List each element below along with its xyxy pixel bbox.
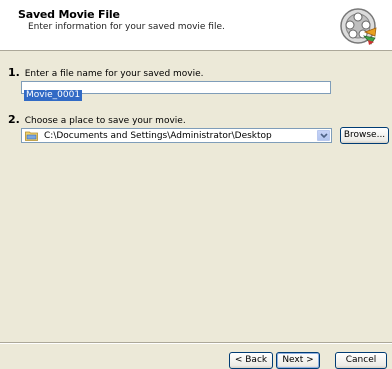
step1-number: 1. <box>8 66 20 79</box>
dropdown-arrow-button[interactable] <box>317 130 330 141</box>
wizard-header: Saved Movie File Enter information for y… <box>0 0 392 51</box>
next-button[interactable]: Next > <box>276 352 320 369</box>
filename-input[interactable]: Movie_0001 <box>21 81 331 101</box>
chevron-down-icon <box>320 133 328 139</box>
save-location-value: C:\Documents and Settings\Administrator\… <box>44 131 272 141</box>
step2-text: Choose a place to save your movie. <box>24 116 186 126</box>
filename-value: Movie_0001 <box>24 90 83 101</box>
step2-label: 2. Choose a place to save your movie. <box>8 113 186 126</box>
page-subtitle: Enter information for your saved movie f… <box>28 22 225 32</box>
cancel-button[interactable]: Cancel <box>335 352 387 369</box>
step2-number: 2. <box>8 113 20 126</box>
save-location-dropdown[interactable]: C:\Documents and Settings\Administrator\… <box>21 128 332 143</box>
back-button[interactable]: < Back <box>229 352 273 369</box>
movie-maker-icon <box>340 8 377 45</box>
page-title: Saved Movie File <box>18 8 120 21</box>
step1-label: 1. Enter a file name for your saved movi… <box>8 66 204 79</box>
step1-text: Enter a file name for your saved movie. <box>24 69 204 79</box>
footer-divider <box>0 342 392 344</box>
save-movie-wizard: Saved Movie File Enter information for y… <box>0 0 392 369</box>
browse-button[interactable]: Browse... <box>340 127 389 144</box>
folder-icon <box>25 131 38 141</box>
